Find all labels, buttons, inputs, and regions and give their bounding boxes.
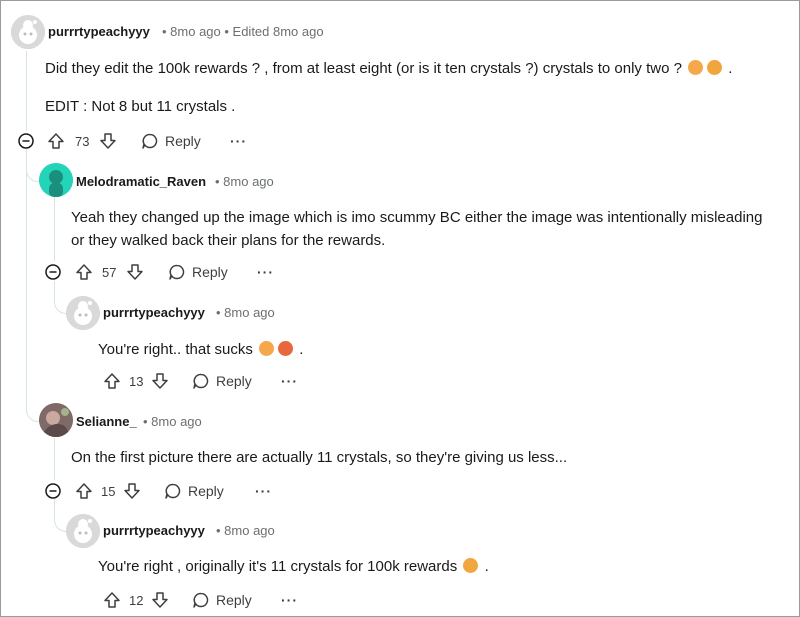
upvote-button[interactable] bbox=[75, 260, 93, 284]
downvote-icon bbox=[100, 133, 116, 149]
comment-actions: 12 Reply ··· bbox=[103, 588, 303, 612]
reply-label: Reply bbox=[216, 592, 252, 608]
reply-button[interactable]: Reply bbox=[192, 588, 252, 612]
reply-button[interactable]: Reply bbox=[141, 129, 201, 153]
thread-line-root[interactable] bbox=[26, 51, 27, 131]
author-name[interactable]: purrrtypeachyyy bbox=[103, 305, 205, 320]
reply-bubble-icon bbox=[169, 264, 185, 280]
downvote-icon bbox=[152, 373, 168, 389]
upvote-icon bbox=[76, 483, 92, 499]
upvote-icon bbox=[76, 264, 92, 280]
reply-label: Reply bbox=[188, 483, 224, 499]
reply-bubble-icon bbox=[193, 592, 209, 608]
comment-text: You're right , originally it's 11 crysta… bbox=[98, 558, 458, 575]
avatar[interactable] bbox=[66, 514, 100, 548]
collapse-minus-icon[interactable] bbox=[18, 133, 34, 149]
reply-bubble-icon bbox=[165, 483, 181, 499]
vote-count: 15 bbox=[101, 483, 116, 499]
upvote-button[interactable] bbox=[75, 479, 93, 503]
more-options-button[interactable]: ··· bbox=[281, 588, 298, 612]
comment-body: EDIT : Not 8 but 11 crystals . bbox=[45, 98, 236, 115]
more-options-button[interactable]: ··· bbox=[255, 479, 272, 503]
vote-count: 73 bbox=[75, 133, 90, 149]
reply-bubble-icon bbox=[193, 373, 209, 389]
comment-text: You're right.. that sucks bbox=[98, 341, 253, 358]
author-name[interactable]: purrrtypeachyyy bbox=[103, 523, 205, 538]
downvote-button[interactable] bbox=[126, 260, 144, 284]
comment-text-suffix: . bbox=[484, 558, 489, 575]
upvote-button[interactable] bbox=[103, 369, 121, 393]
thread-line-selianne[interactable] bbox=[54, 438, 55, 480]
upvote-icon bbox=[104, 592, 120, 608]
comment-body: You're right , originally it's 11 crysta… bbox=[98, 558, 489, 575]
comment-actions: 73 Reply ··· bbox=[47, 129, 247, 153]
tongue-face-emoji bbox=[463, 558, 479, 573]
comment-meta: • 8mo ago • Edited 8mo ago bbox=[162, 24, 324, 39]
vote-count: 13 bbox=[129, 373, 144, 389]
downvote-icon bbox=[127, 264, 143, 280]
downvote-button[interactable] bbox=[151, 588, 169, 612]
avatar[interactable] bbox=[66, 296, 100, 330]
comment-actions: 57 Reply ··· bbox=[75, 260, 275, 284]
sad-face-emoji bbox=[278, 341, 294, 356]
comment-meta: • 8mo ago bbox=[143, 414, 202, 429]
sad-face-emoji bbox=[707, 60, 723, 75]
downvote-button[interactable] bbox=[123, 479, 141, 503]
downvote-icon bbox=[124, 483, 140, 499]
reply-button[interactable]: Reply bbox=[164, 479, 224, 503]
comment-body: You're right.. that sucks . bbox=[98, 341, 303, 358]
flushed-face-emoji bbox=[688, 60, 704, 75]
comment-body: Did they edit the 100k rewards ? , from … bbox=[45, 60, 732, 77]
collapse-minus-icon[interactable] bbox=[45, 483, 61, 499]
avatar[interactable] bbox=[11, 15, 45, 49]
collapse-minus-icon[interactable] bbox=[45, 264, 61, 280]
reply-button[interactable]: Reply bbox=[192, 369, 252, 393]
downvote-button[interactable] bbox=[99, 129, 117, 153]
more-options-button[interactable]: ··· bbox=[257, 260, 274, 284]
vote-count: 57 bbox=[102, 264, 117, 280]
comment-body: or they walked back their plans for the … bbox=[71, 232, 386, 249]
downvote-button[interactable] bbox=[151, 369, 169, 393]
upvote-icon bbox=[104, 373, 120, 389]
author-name[interactable]: purrrtypeachyyy bbox=[48, 24, 150, 39]
upvote-icon bbox=[48, 133, 64, 149]
comment-text-suffix: . bbox=[299, 341, 304, 358]
comment-actions: 13 Reply ··· bbox=[103, 369, 303, 393]
more-options-button[interactable]: ··· bbox=[230, 129, 247, 153]
downvote-icon bbox=[152, 592, 168, 608]
vote-count: 12 bbox=[129, 592, 144, 608]
reply-button[interactable]: Reply bbox=[168, 260, 228, 284]
thread-line-raven[interactable] bbox=[54, 197, 55, 261]
comment-actions: 15 Reply ··· bbox=[75, 479, 275, 503]
upvote-button[interactable] bbox=[47, 129, 65, 153]
upvote-button[interactable] bbox=[103, 588, 121, 612]
reply-label: Reply bbox=[216, 373, 252, 389]
avatar[interactable] bbox=[39, 403, 73, 437]
avatar[interactable] bbox=[39, 163, 73, 197]
flushed-face-emoji bbox=[259, 341, 275, 356]
comment-text: Did they edit the 100k rewards ? , from … bbox=[45, 60, 682, 77]
comment-meta: • 8mo ago bbox=[216, 305, 275, 320]
comment-thread-frame: purrrtypeachyyy • 8mo ago • Edited 8mo a… bbox=[0, 0, 800, 617]
reply-bubble-icon bbox=[142, 133, 158, 149]
comment-text-suffix: . bbox=[728, 60, 733, 77]
thread-line-root-lower[interactable] bbox=[26, 149, 27, 399]
reply-label: Reply bbox=[165, 133, 201, 149]
more-options-button[interactable]: ··· bbox=[281, 369, 298, 393]
comment-body: On the first picture there are actually … bbox=[71, 449, 568, 466]
comment-meta: • 8mo ago bbox=[216, 523, 275, 538]
comment-meta: • 8mo ago bbox=[215, 174, 274, 189]
author-name[interactable]: Selianne_ bbox=[76, 414, 137, 429]
author-name[interactable]: Melodramatic_Raven bbox=[76, 174, 206, 189]
comment-body: Yeah they changed up the image which is … bbox=[71, 209, 763, 226]
reply-label: Reply bbox=[192, 264, 228, 280]
